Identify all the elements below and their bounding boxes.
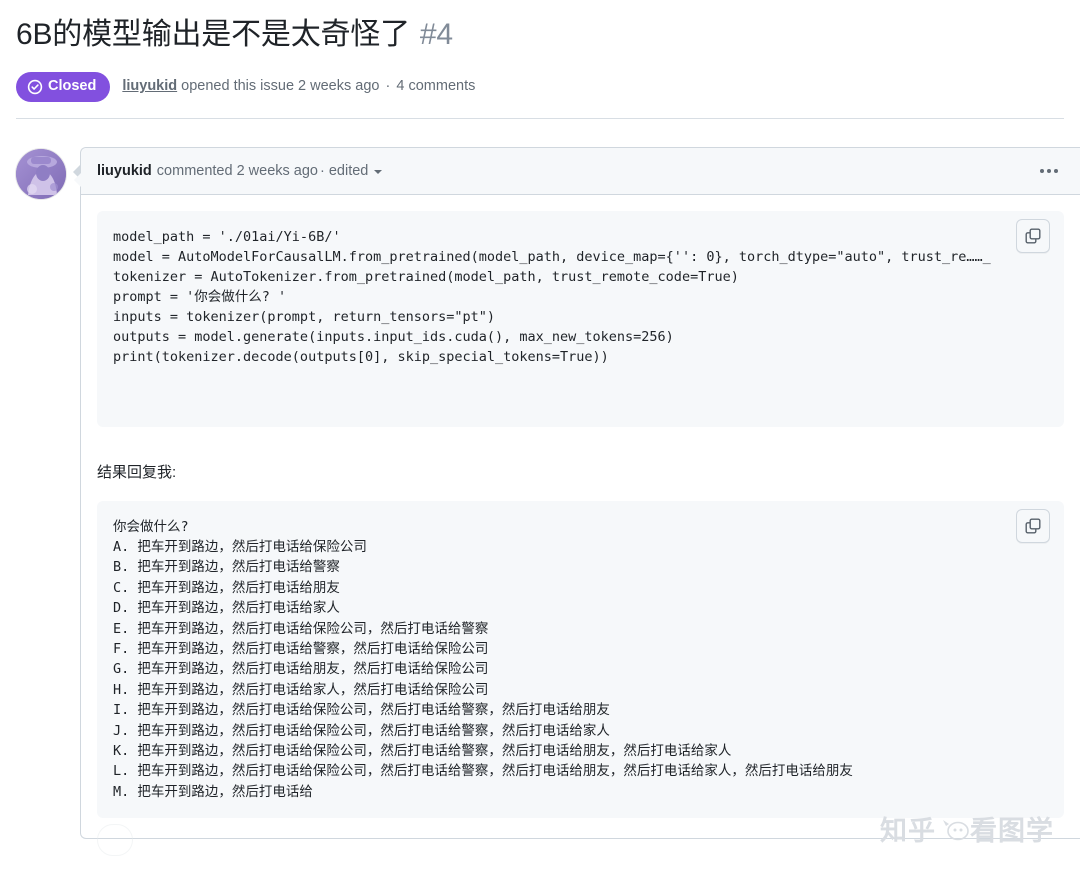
status-badge: Closed bbox=[16, 71, 111, 102]
issue-timeline: liuyukid commented 2 weeks ago · edited … bbox=[0, 119, 1080, 856]
issue-number: #4 bbox=[419, 18, 453, 51]
meta-separator: · bbox=[385, 78, 391, 95]
add-reaction-button[interactable] bbox=[97, 823, 133, 856]
comment-action-text: commented 2 weeks ago bbox=[156, 162, 318, 179]
comment-paragraph: 结果回复我: bbox=[97, 463, 177, 481]
issue-header: 6B的模型输出是不是太奇怪了 #4 Closed liuyukid opened… bbox=[0, 0, 1080, 118]
comment-separator: · bbox=[320, 162, 325, 179]
issue-title-text: 6B的模型输出是不是太奇怪了 bbox=[16, 18, 410, 51]
comment-body: model_path = './01ai/Yi-6B/' model = Aut… bbox=[81, 195, 1080, 856]
comment-container: liuyukid commented 2 weeks ago · edited … bbox=[73, 146, 1080, 856]
comment-edited-label[interactable]: edited bbox=[329, 163, 369, 179]
issue-meta-text: liuyukid opened this issue 2 weeks ago ·… bbox=[122, 76, 475, 96]
status-badge-label: Closed bbox=[48, 78, 97, 95]
page-title: 6B的模型输出是不是太奇怪了 #4 bbox=[16, 10, 1064, 54]
code-block-python: model_path = './01ai/Yi-6B/' model = Aut… bbox=[97, 210, 1064, 427]
comment-author[interactable]: liuyukid bbox=[97, 163, 152, 179]
issue-opened-text: opened this issue 2 weeks ago bbox=[181, 78, 380, 95]
issue-author-link[interactable]: liuyukid bbox=[122, 78, 177, 94]
check-circle-icon bbox=[27, 79, 43, 95]
comment-arrow bbox=[73, 163, 82, 188]
avatar[interactable] bbox=[16, 148, 66, 199]
kebab-horizontal-icon[interactable] bbox=[1034, 165, 1064, 177]
code-block-output: 你会做什么? A. 把车开到路边，然后打电话给保险公司 B. 把车开到路边，然后… bbox=[97, 500, 1064, 819]
issue-comment-count: 4 comments bbox=[396, 78, 476, 95]
timeline-comment: liuyukid commented 2 weeks ago · edited … bbox=[16, 146, 1080, 856]
code-block-python-content: model_path = './01ai/Yi-6B/' model = Aut… bbox=[113, 228, 991, 365]
code-block-output-content: 你会做什么? A. 把车开到路边，然后打电话给保险公司 B. 把车开到路边，然后… bbox=[113, 518, 853, 800]
comment-header: liuyukid commented 2 weeks ago · edited bbox=[81, 147, 1080, 195]
chevron-down-icon[interactable] bbox=[374, 169, 383, 174]
copy-icon[interactable] bbox=[1016, 218, 1050, 253]
copy-icon[interactable] bbox=[1016, 508, 1050, 543]
issue-meta: Closed liuyukid opened this issue 2 week… bbox=[16, 71, 1064, 118]
